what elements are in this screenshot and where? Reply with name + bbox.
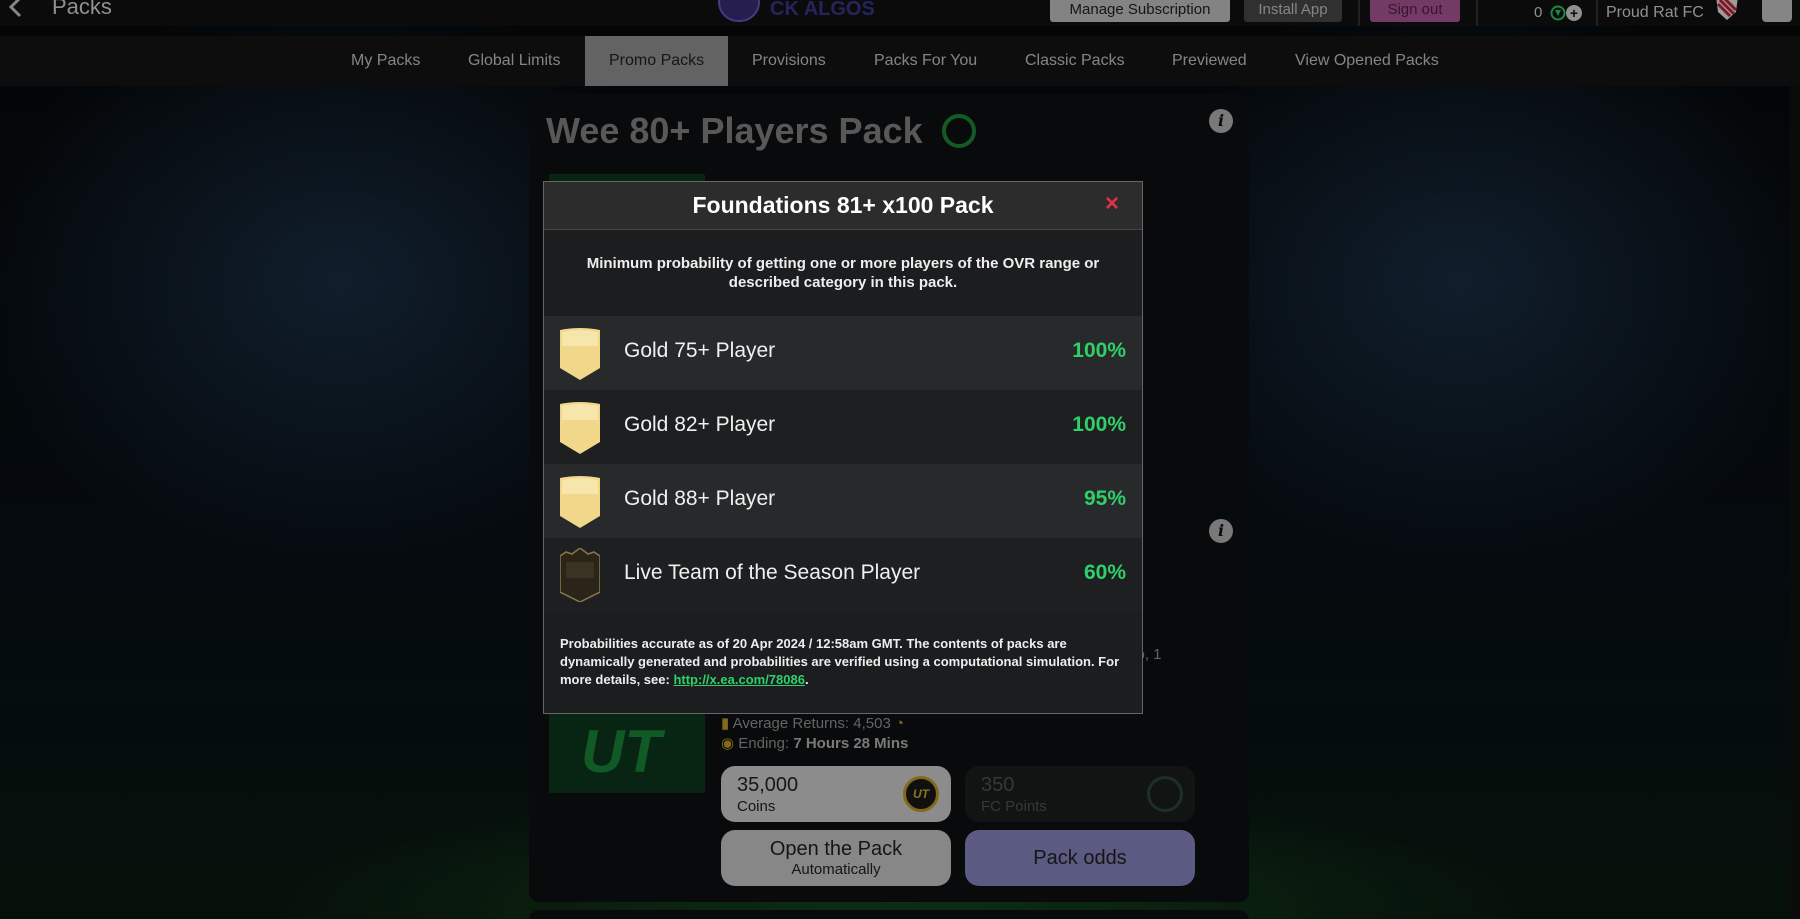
gold-card-icon — [560, 328, 600, 380]
odds-label: Gold 75+ Player — [624, 339, 776, 362]
odds-label: Live Team of the Season Player — [624, 561, 921, 584]
odds-row: Gold 88+ Player 95% — [544, 464, 1142, 538]
odds-label: Gold 88+ Player — [624, 487, 776, 510]
gold-card-icon — [560, 402, 600, 454]
probability-disclaimer: Probabilities accurate as of 20 Apr 2024… — [560, 635, 1126, 689]
tots-card-icon — [560, 548, 600, 602]
disclaimer-link[interactable]: http://x.ea.com/78086 — [673, 672, 805, 687]
odds-row: Gold 75+ Player 100% — [544, 316, 1142, 390]
gold-card-icon — [560, 476, 600, 528]
odds-percent: 95% — [1083, 487, 1126, 510]
odds-row: Gold 82+ Player 100% — [544, 390, 1142, 464]
odds-percent: 100% — [1072, 413, 1126, 436]
odds-label: Gold 82+ Player — [624, 413, 776, 436]
modal-intro: Minimum probability of getting one or mo… — [586, 255, 1100, 291]
odds-row: Live Team of the Season Player 60% — [544, 538, 1142, 612]
disclaimer-text: Probabilities accurate as of 20 Apr 2024… — [560, 636, 1120, 687]
pack-odds-modal: Foundations 81+ x100 Pack × Minimum prob… — [543, 181, 1143, 714]
odds-percent: 60% — [1083, 561, 1126, 584]
close-icon[interactable]: × — [1100, 192, 1124, 216]
odds-percent: 100% — [1072, 339, 1126, 362]
disclaimer-end: . — [804, 672, 809, 687]
modal-title: Foundations 81+ x100 Pack — [692, 192, 994, 218]
modal-header: Foundations 81+ x100 Pack × — [544, 182, 1142, 230]
